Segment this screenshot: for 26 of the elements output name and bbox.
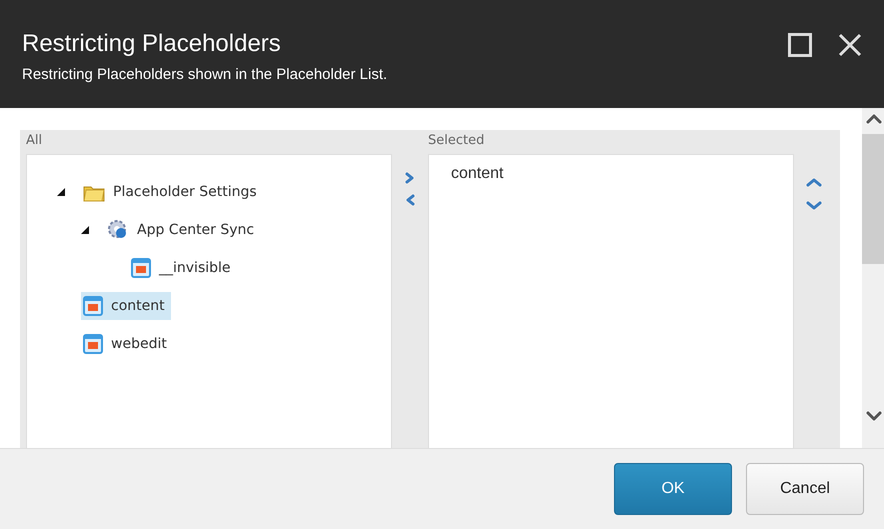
gear-icon xyxy=(107,219,129,241)
tree-item[interactable]: __invisible xyxy=(129,254,237,282)
move-down-icon[interactable] xyxy=(806,200,822,212)
placeholder-icon xyxy=(131,258,151,278)
placeholder-icon xyxy=(83,296,103,316)
maximize-icon[interactable] xyxy=(788,33,812,57)
list-item[interactable]: content xyxy=(429,155,526,193)
tree-item[interactable]: App Center Sync xyxy=(105,215,260,245)
close-icon[interactable] xyxy=(838,33,862,57)
tree-item[interactable]: content xyxy=(81,292,171,320)
list-label: All xyxy=(26,132,42,150)
scrollbar[interactable] xyxy=(862,108,884,448)
dialog-title: Restricting Placeholders xyxy=(22,30,282,58)
cancel-button[interactable]: Cancel xyxy=(746,463,864,515)
tree-item[interactable]: webedit xyxy=(81,330,173,358)
scroll-down-icon[interactable] xyxy=(866,410,882,422)
placeholder-icon xyxy=(83,334,103,354)
scroll-thumb[interactable] xyxy=(862,134,884,264)
expander-icon[interactable] xyxy=(57,188,65,196)
tree-item[interactable]: Placeholder Settings xyxy=(81,178,263,206)
list-label: Selected xyxy=(428,132,484,150)
move-up-icon[interactable] xyxy=(806,176,822,188)
dialog-subtitle: Restricting Placeholders shown in the Placeholder List. xyxy=(22,66,388,83)
ok-button[interactable]: OK xyxy=(614,463,732,515)
scroll-up-icon[interactable] xyxy=(866,112,882,124)
expander-icon[interactable] xyxy=(81,226,89,234)
